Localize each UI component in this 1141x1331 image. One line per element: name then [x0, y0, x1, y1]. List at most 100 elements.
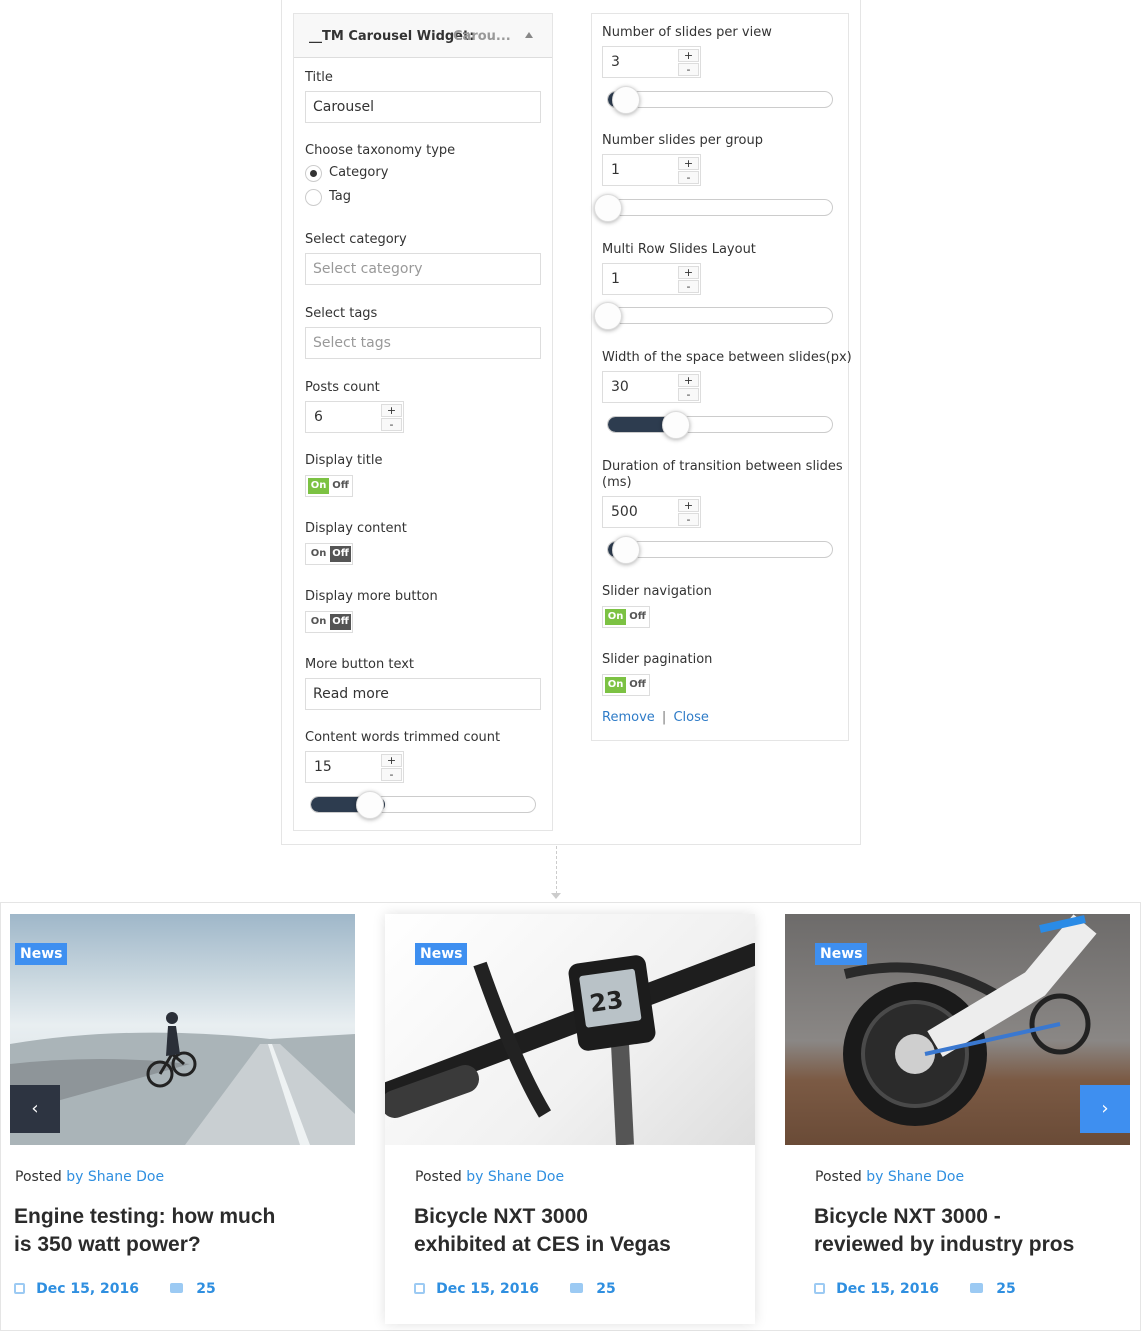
card-1-meta: Dec 15, 2016 25: [14, 1278, 216, 1297]
duration-label: Duration of transition between slides: [602, 459, 843, 474]
trim-label: Content words trimmed count: [305, 730, 501, 745]
slides-group-slider[interactable]: [607, 199, 833, 216]
comments-count[interactable]: 25: [596, 1281, 615, 1297]
news-badge[interactable]: News: [415, 943, 468, 965]
slides-group-stepper[interactable]: 1 + -: [602, 154, 701, 186]
increment-button[interactable]: +: [678, 49, 699, 62]
space-slider-handle[interactable]: [662, 411, 690, 439]
posted-label: Posted: [15, 1169, 62, 1185]
card-2-title[interactable]: Bicycle NXT 3000 exhibited at CES in Vega…: [414, 1203, 671, 1259]
comments-count[interactable]: 25: [196, 1281, 215, 1297]
toggle-off: Off: [330, 614, 351, 630]
multirow-stepper[interactable]: 1 + -: [602, 263, 701, 295]
remove-link[interactable]: Remove: [602, 710, 655, 725]
display-content-toggle[interactable]: On Off: [305, 543, 353, 565]
news-badge[interactable]: News: [15, 943, 68, 965]
slider-navigation-toggle[interactable]: On Off: [602, 606, 650, 628]
next-arrow-button[interactable]: ›: [1080, 1085, 1130, 1133]
slides-view-value[interactable]: 3: [611, 47, 620, 77]
title-input[interactable]: Carousel: [305, 91, 541, 123]
multirow-slider-handle[interactable]: [594, 302, 622, 330]
post-date[interactable]: Dec 15, 2016: [836, 1281, 939, 1297]
space-slider[interactable]: [607, 416, 833, 433]
close-link[interactable]: Close: [673, 710, 708, 725]
post-date[interactable]: Dec 15, 2016: [436, 1281, 539, 1297]
toggle-off: Off: [629, 679, 646, 690]
increment-button[interactable]: +: [381, 404, 402, 417]
space-value[interactable]: 30: [611, 372, 629, 402]
card-2-posted: Posted by Shane Doe: [415, 1169, 564, 1185]
card-1-title[interactable]: Engine testing: how much is 350 watt powe…: [14, 1203, 275, 1259]
display-title-toggle[interactable]: On Off: [305, 475, 353, 497]
news-badge[interactable]: News: [815, 943, 868, 965]
duration-stepper[interactable]: 500 + -: [602, 496, 701, 528]
decrement-button[interactable]: -: [678, 171, 699, 184]
posts-count-stepper[interactable]: 6 + -: [305, 401, 404, 433]
slides-view-label: Number of slides per view: [602, 25, 772, 40]
display-title-label: Display title: [305, 453, 383, 468]
calendar-icon: [814, 1283, 825, 1294]
slides-view-slider-handle[interactable]: [612, 86, 640, 114]
more-text-input[interactable]: Read more: [305, 678, 541, 710]
collapse-arrow-icon[interactable]: [525, 32, 533, 38]
slider-pagination-toggle[interactable]: On Off: [602, 674, 650, 696]
radio-category[interactable]: [305, 165, 322, 182]
increment-button[interactable]: +: [678, 374, 699, 387]
category-select[interactable]: Select category: [305, 253, 541, 285]
multirow-value[interactable]: 1: [611, 264, 620, 294]
card-3-posted: Posted by Shane Doe: [815, 1169, 964, 1185]
widget-header-subtitle: Carou...: [453, 29, 511, 44]
comments-count[interactable]: 25: [996, 1281, 1015, 1297]
duration-value[interactable]: 500: [611, 497, 638, 527]
author-link[interactable]: by Shane Doe: [866, 1169, 964, 1185]
duration-slider-handle[interactable]: [612, 536, 640, 564]
tags-select[interactable]: Select tags: [305, 327, 541, 359]
display-more-toggle[interactable]: On Off: [305, 611, 353, 633]
decrement-button[interactable]: -: [678, 388, 699, 401]
posts-count-value[interactable]: 6: [314, 402, 323, 432]
card-3-title[interactable]: Bicycle NXT 3000 - reviewed by industry p…: [814, 1203, 1074, 1259]
trim-stepper[interactable]: 15 + -: [305, 751, 404, 783]
increment-button[interactable]: +: [381, 754, 402, 767]
decrement-button[interactable]: -: [678, 63, 699, 76]
actions-separator: |: [661, 710, 667, 725]
duration-slider[interactable]: [607, 541, 833, 558]
card-1-posted: Posted by Shane Doe: [15, 1169, 164, 1185]
radio-tag[interactable]: [305, 189, 322, 206]
toggle-off: Off: [330, 546, 351, 562]
multirow-slider[interactable]: [607, 307, 833, 324]
card-title-line: Engine testing: how much: [14, 1205, 276, 1228]
widget-header[interactable]: __TM Carousel Widget: Carou...: [294, 14, 552, 58]
post-date[interactable]: Dec 15, 2016: [36, 1281, 139, 1297]
slides-view-stepper[interactable]: 3 + -: [602, 46, 701, 78]
space-stepper[interactable]: 30 + -: [602, 371, 701, 403]
slides-group-value[interactable]: 1: [611, 155, 620, 185]
trim-value[interactable]: 15: [314, 752, 332, 782]
toggle-on: On: [310, 616, 327, 627]
slides-group-slider-handle[interactable]: [594, 194, 622, 222]
decrement-button[interactable]: -: [678, 513, 699, 526]
posted-label: Posted: [815, 1169, 862, 1185]
increment-button[interactable]: +: [678, 157, 699, 170]
decrement-button[interactable]: -: [381, 418, 402, 431]
multirow-label: Multi Row Slides Layout: [602, 242, 756, 257]
tags-label: Select tags: [305, 306, 378, 321]
card-title-line: Bicycle NXT 3000 -: [814, 1205, 1001, 1228]
toggle-on: On: [605, 677, 626, 693]
increment-button[interactable]: +: [678, 266, 699, 279]
author-link[interactable]: by Shane Doe: [66, 1169, 164, 1185]
decrement-button[interactable]: -: [678, 280, 699, 293]
more-text-label: More button text: [305, 657, 415, 672]
trim-slider-handle[interactable]: [356, 791, 384, 819]
connector-arrow-icon: [551, 893, 561, 899]
taxonomy-label: Choose taxonomy type: [305, 143, 456, 158]
increment-button[interactable]: +: [678, 499, 699, 512]
card-title-line: reviewed by industry pros: [814, 1233, 1075, 1256]
space-label: Width of the space between slides(px): [602, 350, 852, 365]
slides-view-slider[interactable]: [607, 91, 833, 108]
prev-arrow-button[interactable]: ‹: [10, 1085, 60, 1133]
decrement-button[interactable]: -: [381, 768, 402, 781]
author-link[interactable]: by Shane Doe: [466, 1169, 564, 1185]
card-3-meta: Dec 15, 2016 25: [814, 1278, 1016, 1297]
trim-slider[interactable]: [310, 796, 536, 813]
